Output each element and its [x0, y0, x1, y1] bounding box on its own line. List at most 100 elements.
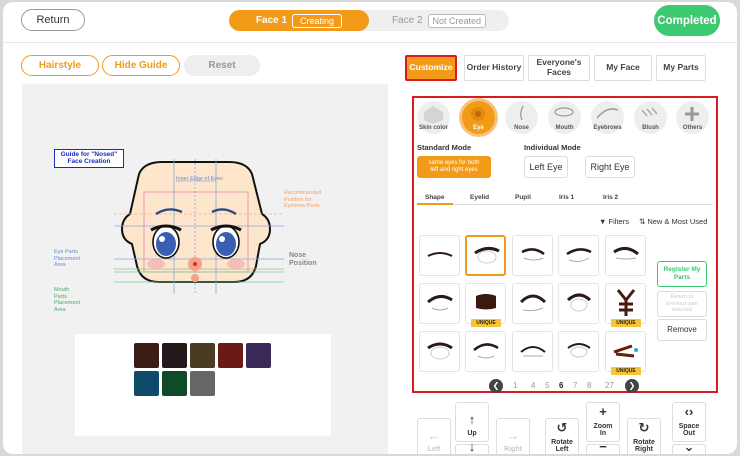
recommended-line1: Recommended — [284, 190, 322, 196]
page-link[interactable]: 27 — [605, 381, 614, 390]
eye-shape-option[interactable] — [465, 331, 506, 372]
tab-face-2[interactable]: Face 2 Not Created — [369, 10, 509, 31]
sort-button[interactable]: ⇅ New & Most Used — [639, 217, 707, 226]
rotate-left-button[interactable]: ↺ Rotate Left — [545, 418, 579, 454]
sort-label: New & Most Used — [647, 217, 708, 226]
page-link[interactable]: 8 — [587, 381, 591, 390]
return-button[interactable]: Return — [21, 9, 85, 31]
color-swatch[interactable] — [134, 371, 159, 396]
recommended-line3: Eyebrow Parts — [284, 203, 320, 210]
eye-shape-option[interactable]: UNIQUE — [465, 283, 506, 327]
same-eyes-button[interactable]: same eyes for both left and right eyes — [417, 156, 491, 178]
eye-shape-option[interactable] — [558, 235, 599, 276]
face-canvas[interactable]: Guide for "Nosed" Face Creation Inner Ed… — [54, 149, 321, 314]
left-eye-button[interactable]: Left Eye — [524, 156, 568, 178]
subtab-shape[interactable]: Shape — [425, 194, 445, 201]
tab-everyones-faces[interactable]: Everyone's Faces — [528, 55, 590, 81]
move-left-label: Left — [427, 446, 441, 454]
page-link[interactable]: 4 — [531, 381, 535, 390]
color-swatch[interactable] — [162, 343, 187, 368]
color-swatch[interactable] — [162, 371, 187, 396]
rotate-left-line1: Rotate — [551, 438, 573, 446]
eye-shape-icon — [567, 343, 591, 358]
category-eyebrows[interactable]: Eyebrows — [591, 101, 624, 134]
eye-shape-option[interactable] — [605, 235, 646, 276]
eye-shape-option[interactable] — [558, 283, 599, 324]
space-out-button[interactable]: ‹› Space Out — [672, 402, 706, 442]
inner-edge-label: Inner Edge of Eyes — [176, 176, 223, 182]
category-eye[interactable]: Eye — [462, 101, 495, 134]
eye-shape-icon — [566, 293, 592, 312]
tab-customize[interactable]: Customize — [405, 55, 457, 81]
zoom-out-button[interactable]: − — [586, 439, 620, 454]
zoom-in-line1: Zoom — [593, 422, 613, 430]
eye-shape-icon — [521, 248, 545, 261]
tab-my-face[interactable]: My Face — [594, 55, 652, 81]
category-mouth[interactable]: Mouth — [548, 101, 581, 134]
move-up-button[interactable]: ↑ Up — [455, 402, 489, 442]
category-blush[interactable]: Blush — [634, 101, 667, 134]
color-swatch[interactable] — [134, 343, 159, 368]
category-nose[interactable]: Nose — [505, 101, 538, 134]
hide-guide-button[interactable]: Hide Guide — [102, 55, 180, 76]
filter-icon: ▼ — [599, 217, 607, 226]
subtab-eyelid[interactable]: Eyelid — [470, 194, 489, 201]
page-link[interactable]: 7 — [573, 381, 577, 390]
subtab-divider — [417, 204, 713, 205]
same-eyes-line1: same eyes for both — [428, 159, 480, 166]
eye-shape-option[interactable]: UNIQUE — [605, 283, 646, 327]
color-swatch[interactable] — [190, 343, 215, 368]
page-link[interactable]: 1 — [513, 381, 517, 390]
eye-shape-option[interactable] — [512, 331, 553, 372]
subtab-iris-2[interactable]: Iris 2 — [603, 194, 618, 201]
page-link[interactable]: 5 — [545, 381, 549, 390]
tab-order-history[interactable]: Order History — [464, 55, 524, 81]
customize-panel: Skin color Eye Nose Mouth Eyebrows Blush… — [412, 96, 718, 393]
rotate-right-button[interactable]: ↻ Rotate Right — [627, 418, 661, 454]
eye-shape-option[interactable] — [512, 283, 553, 324]
subtab-pupil[interactable]: Pupil — [515, 194, 531, 201]
page-link-current[interactable]: 6 — [559, 381, 563, 390]
return-previous-part-button[interactable]: Return to previous part selected — [657, 291, 707, 317]
zoom-in-line2: In — [599, 430, 607, 438]
chevron-down-icon: ⌄ — [683, 438, 695, 454]
color-swatch[interactable] — [246, 343, 271, 368]
tab-my-parts[interactable]: My Parts — [656, 55, 706, 81]
filters-button[interactable]: ▼ Filters — [599, 217, 629, 226]
return-line1: Return to — [670, 294, 694, 301]
hairstyle-button[interactable]: Hairstyle — [21, 55, 99, 76]
move-left-button[interactable]: ← Left — [417, 418, 451, 454]
reset-button[interactable]: Reset — [184, 55, 260, 76]
register-my-parts-button[interactable]: Register My Parts — [657, 261, 707, 287]
space-in-button[interactable]: ⌄ — [672, 439, 706, 454]
rotate-right-icon: ↻ — [638, 420, 650, 436]
move-right-button[interactable]: → Right — [496, 418, 530, 454]
completed-button[interactable]: Completed — [654, 5, 720, 36]
eye-shape-option[interactable] — [419, 331, 460, 372]
color-swatch[interactable] — [218, 343, 243, 368]
recommended-eyebrow-label: Recommended Position for Eyebrow Parts — [284, 190, 321, 210]
move-down-button[interactable]: ↓ — [455, 439, 489, 454]
eye-shape-option[interactable]: UNIQUE — [605, 331, 646, 375]
eye-shape-option[interactable] — [419, 283, 460, 324]
individual-mode-title: Individual Mode — [524, 143, 581, 152]
category-others[interactable]: Others — [676, 101, 709, 134]
subtab-iris-1[interactable]: Iris 1 — [559, 194, 574, 201]
eye-shape-icon — [427, 252, 453, 257]
right-eye-button[interactable]: Right Eye — [585, 156, 635, 178]
remove-button[interactable]: Remove — [657, 319, 707, 341]
pagination: ❮ 1 4 5 6 7 8 27 ❯ — [489, 379, 649, 393]
rotate-left-line2: Left — [555, 446, 569, 454]
next-page-button[interactable]: ❯ — [625, 379, 639, 393]
guide-title-line1: Guide for "Nosed" — [60, 151, 118, 158]
eye-shape-option[interactable] — [465, 235, 506, 276]
zoom-in-button[interactable]: + Zoom In — [586, 402, 620, 442]
prev-page-button[interactable]: ❮ — [489, 379, 503, 393]
eye-shape-option[interactable] — [419, 235, 460, 276]
tab-face-1[interactable]: Face 1 Creating — [229, 10, 369, 31]
category-skin-color[interactable]: Skin color — [417, 101, 450, 134]
rotate-left-icon: ↺ — [556, 420, 568, 436]
eye-shape-option[interactable] — [558, 331, 599, 372]
eye-shape-option[interactable] — [512, 235, 553, 276]
color-swatch[interactable] — [190, 371, 215, 396]
